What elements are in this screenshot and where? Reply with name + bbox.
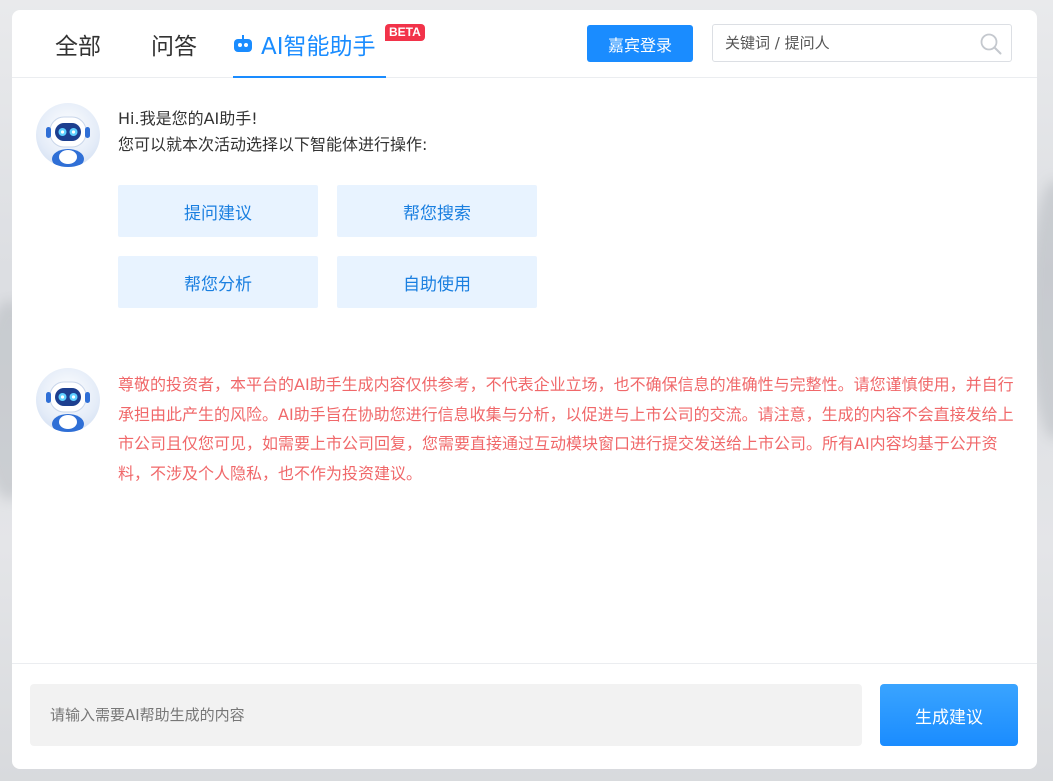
prompt-input[interactable] xyxy=(30,684,862,746)
agent-question-suggestion-button[interactable]: 提问建议 xyxy=(118,185,318,237)
tab-all[interactable]: 全部 xyxy=(55,10,101,78)
agent-search-button[interactable]: 帮您搜索 xyxy=(337,185,537,237)
tab-ai-assistant[interactable]: AI智能助手 BETA xyxy=(233,10,425,78)
header-bar: 全部 问答 AI智能助手 BETA 嘉宾登录 xyxy=(12,10,1037,78)
beta-badge: BETA xyxy=(385,24,425,41)
robot-avatar-icon xyxy=(36,368,100,432)
agent-analysis-button[interactable]: 帮您分析 xyxy=(118,256,318,308)
search-box xyxy=(712,24,1012,62)
prompt-footer: 生成建议 xyxy=(12,663,1037,769)
guest-login-button[interactable]: 嘉宾登录 xyxy=(587,25,693,62)
tab-qa-label: 问答 xyxy=(151,34,197,60)
assistant-greeting: Hi.我是您的AI助手! 您可以就本次活动选择以下智能体进行操作: xyxy=(118,106,427,158)
active-tab-indicator xyxy=(233,76,386,78)
search-icon[interactable] xyxy=(979,32,1003,56)
tab-ai-assistant-label: AI智能助手 xyxy=(261,34,376,60)
greeting-line-1: Hi.我是您的AI助手! xyxy=(118,109,258,128)
greeting-line-2: 您可以就本次活动选择以下智能体进行操作: xyxy=(118,135,428,154)
generate-suggestion-button[interactable]: 生成建议 xyxy=(880,684,1018,746)
ai-disclaimer-text: 尊敬的投资者，本平台的AI助手生成内容仅供参考，不代表企业立场，也不确保信息的准… xyxy=(118,375,1014,483)
search-input[interactable] xyxy=(713,25,973,61)
tab-qa[interactable]: 问答 xyxy=(151,10,197,78)
tab-all-label: 全部 xyxy=(55,34,101,60)
agent-self-service-button[interactable]: 自助使用 xyxy=(337,256,537,308)
robot-icon xyxy=(233,35,253,53)
robot-avatar-icon xyxy=(36,103,100,167)
ai-assistant-panel: 全部 问答 AI智能助手 BETA 嘉宾登录 关键词 / 提问人 Hi.我是您的… xyxy=(12,10,1037,769)
